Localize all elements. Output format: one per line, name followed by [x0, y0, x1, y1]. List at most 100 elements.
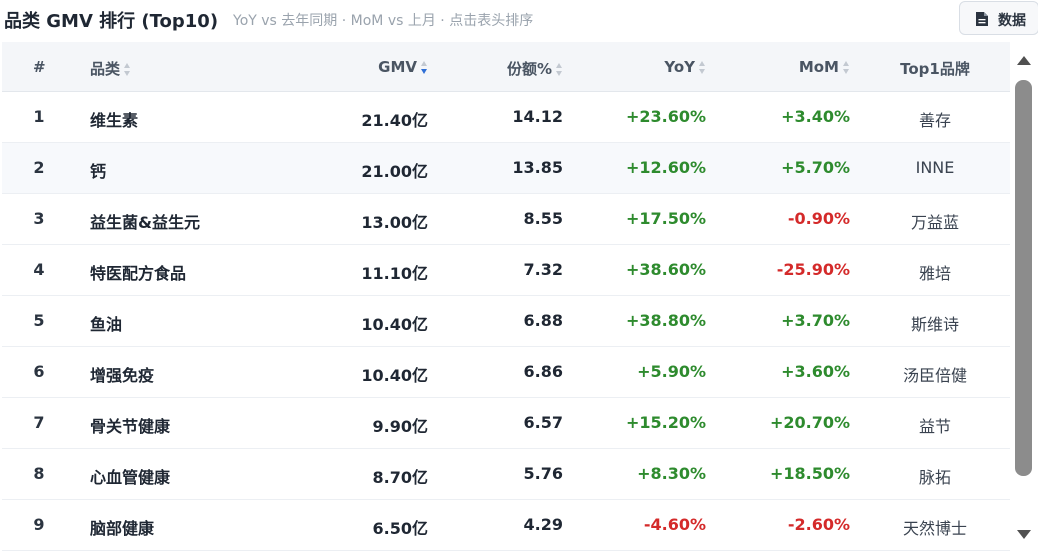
brand-cell: 益节: [918, 417, 951, 436]
yoy-cell: +38.80%: [625, 311, 706, 330]
col-gmv-label: GMV: [378, 58, 417, 76]
yoy-cell: +8.30%: [637, 464, 706, 483]
scroll-up-arrow-icon[interactable]: [1017, 56, 1031, 65]
yoy-cell: -4.60%: [643, 515, 706, 534]
gmv-cell: 9.90亿: [372, 417, 428, 436]
share-cell: 7.32: [523, 260, 563, 279]
brand-cell: 善存: [918, 111, 951, 130]
yoy-cell: +15.20%: [625, 413, 706, 432]
rank-cell: 7: [33, 413, 45, 432]
mom-cell: +3.60%: [781, 362, 850, 381]
rank-cell: 6: [33, 362, 45, 381]
document-icon: [976, 12, 988, 26]
category-cell: 心血管健康: [90, 468, 171, 487]
table-row[interactable]: 8 心血管健康 8.70亿 5.76 +8.30% +18.50% 脉拓: [2, 449, 1010, 500]
gmv-cell: 10.40亿: [361, 315, 428, 334]
rank-cell: 5: [33, 311, 45, 330]
rank-cell: 8: [33, 464, 45, 483]
mom-cell: +3.40%: [781, 107, 850, 126]
category-cell: 脑部健康: [90, 519, 155, 538]
share-cell: 6.86: [523, 362, 563, 381]
category-cell: 钙: [90, 162, 107, 181]
share-cell: 8.55: [523, 209, 563, 228]
sort-icon: [124, 62, 131, 77]
data-button[interactable]: 数据: [959, 1, 1038, 35]
sort-icon: [699, 60, 706, 75]
brand-cell: 万益蓝: [910, 213, 959, 232]
vertical-scrollbar[interactable]: [1013, 52, 1035, 556]
rank-cell: 1: [33, 107, 45, 126]
col-brand-header: Top1品牌: [900, 60, 970, 78]
category-cell: 益生菌&益生元: [90, 213, 200, 232]
rank-cell: 3: [33, 209, 45, 228]
rank-cell: 9: [33, 515, 45, 534]
yoy-cell: +17.50%: [625, 209, 706, 228]
category-cell: 特医配方食品: [90, 264, 187, 283]
gmv-cell: 10.40亿: [361, 366, 428, 385]
gmv-cell: 21.40亿: [361, 111, 428, 130]
mom-cell: +20.70%: [769, 413, 850, 432]
sort-desc-icon: [421, 60, 428, 75]
share-cell: 14.12: [512, 107, 563, 126]
data-button-label: 数据: [998, 13, 1026, 29]
col-yoy-header[interactable]: YoY: [664, 58, 706, 76]
scroll-down-arrow-icon[interactable]: [1017, 530, 1031, 539]
col-mom-label: MoM: [798, 58, 839, 76]
page-subtitle: YoY vs 去年同期 · MoM vs 上月 · 点击表头排序: [233, 13, 534, 29]
brand-cell: 天然博士: [902, 519, 967, 538]
table-row[interactable]: 6 增强免疫 10.40亿 6.86 +5.90% +3.60% 汤臣倍健: [2, 347, 1010, 398]
brand-cell: 斯维诗: [910, 315, 959, 334]
table-row[interactable]: 7 骨关节健康 9.90亿 6.57 +15.20% +20.70% 益节: [2, 398, 1010, 449]
table-header: # 品类 GMV 份额% YoY MoM Top1品牌: [2, 42, 1010, 92]
page-title: 品类 GMV 排行 (Top10): [4, 11, 219, 32]
share-cell: 6.88: [523, 311, 563, 330]
mom-cell: +3.70%: [781, 311, 850, 330]
yoy-cell: +23.60%: [625, 107, 706, 126]
table-row[interactable]: 3 益生菌&益生元 13.00亿 8.55 +17.50% -0.90% 万益蓝: [2, 194, 1010, 245]
col-share-header[interactable]: 份额%: [507, 58, 563, 79]
gmv-cell: 6.50亿: [372, 519, 428, 538]
category-cell: 鱼油: [90, 315, 123, 334]
sort-icon: [843, 60, 850, 75]
col-yoy-label: YoY: [664, 58, 695, 76]
header: 品类 GMV 排行 (Top10) YoY vs 去年同期 · MoM vs 上…: [0, 0, 1038, 40]
category-cell: 维生素: [90, 111, 139, 130]
table-row[interactable]: 4 特医配方食品 11.10亿 7.32 +38.60% -25.90% 雅培: [2, 245, 1010, 296]
scrollbar-thumb[interactable]: [1015, 80, 1032, 476]
brand-cell: 汤臣倍健: [902, 366, 967, 385]
col-mom-header[interactable]: MoM: [799, 58, 850, 76]
category-cell: 增强免疫: [90, 366, 155, 385]
yoy-cell: +5.90%: [637, 362, 706, 381]
sort-icon: [556, 62, 563, 77]
share-cell: 5.76: [523, 464, 563, 483]
col-category-header[interactable]: 品类: [90, 58, 131, 79]
brand-cell: 雅培: [918, 264, 951, 283]
category-cell: 骨关节健康: [90, 417, 171, 436]
mom-cell: +5.70%: [781, 158, 850, 177]
ranking-table: # 品类 GMV 份额% YoY MoM Top1品牌 1 维生素 21.40亿…: [2, 42, 1010, 556]
table-row[interactable]: 5 鱼油 10.40亿 6.88 +38.80% +3.70% 斯维诗: [2, 296, 1010, 347]
table-row[interactable]: 1 维生素 21.40亿 14.12 +23.60% +3.40% 善存: [2, 92, 1010, 143]
table-row[interactable]: 9 脑部健康 6.50亿 4.29 -4.60% -2.60% 天然博士: [2, 500, 1010, 551]
mom-cell: -0.90%: [787, 209, 850, 228]
gmv-cell: 21.00亿: [361, 162, 428, 181]
table-row[interactable]: 2 钙 21.00亿 13.85 +12.60% +5.70% INNE: [2, 143, 1010, 194]
gmv-cell: 13.00亿: [361, 213, 428, 232]
mom-cell: -25.90%: [776, 260, 850, 279]
col-rank-header: #: [33, 58, 46, 76]
brand-cell: 脉拓: [918, 468, 951, 487]
col-category-label: 品类: [90, 60, 121, 78]
yoy-cell: +12.60%: [625, 158, 706, 177]
col-gmv-header[interactable]: GMV: [378, 58, 428, 76]
gmv-cell: 11.10亿: [361, 264, 428, 283]
gmv-cell: 8.70亿: [372, 468, 428, 487]
share-cell: 4.29: [523, 515, 563, 534]
yoy-cell: +38.60%: [625, 260, 706, 279]
rank-cell: 4: [33, 260, 45, 279]
col-share-label: 份额%: [506, 60, 552, 78]
share-cell: 6.57: [523, 413, 563, 432]
mom-cell: +18.50%: [769, 464, 850, 483]
share-cell: 13.85: [512, 158, 563, 177]
rank-cell: 2: [33, 158, 45, 177]
mom-cell: -2.60%: [787, 515, 850, 534]
